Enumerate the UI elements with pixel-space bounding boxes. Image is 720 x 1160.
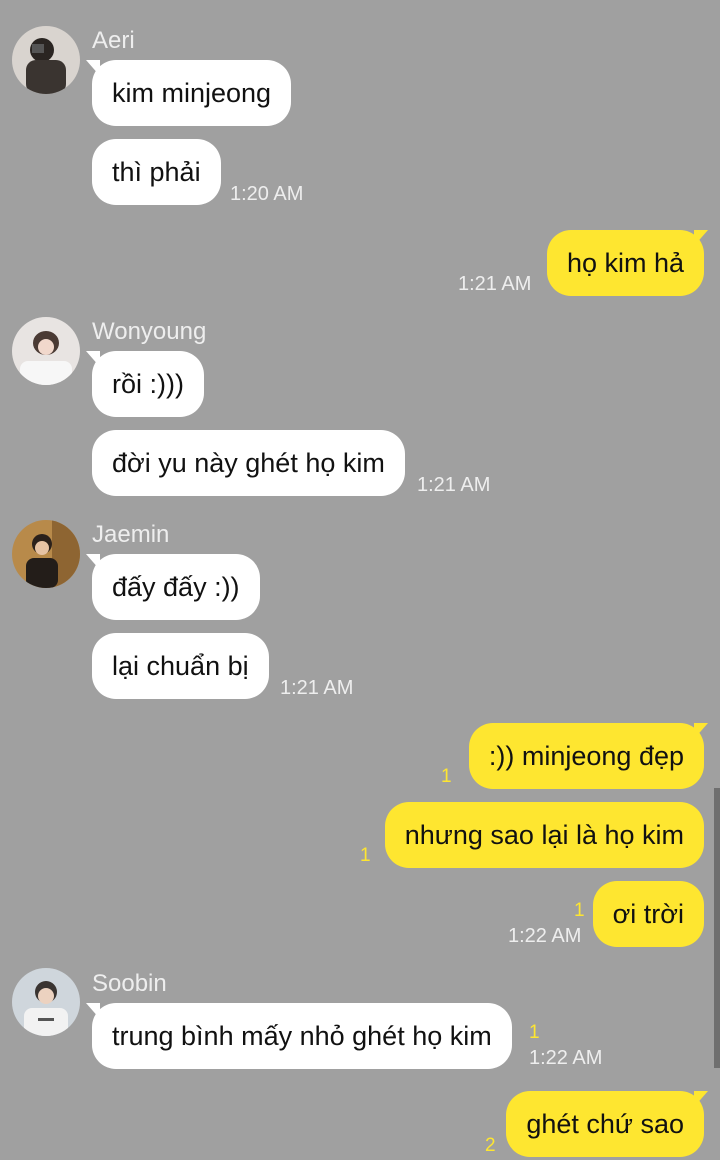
avatar-soobin[interactable] [12, 968, 80, 1036]
sender-name: Aeri [92, 27, 135, 54]
message-timestamp: 1:21 AM [458, 273, 532, 295]
message-bubble[interactable]: trung bình mấy nhỏ ghét họ kim [92, 1003, 512, 1069]
message-timestamp: 1:20 AM [230, 183, 304, 205]
unread-count: 1 [441, 766, 452, 787]
message-bubble[interactable]: nhưng sao lại là họ kim [384, 802, 704, 868]
unread-count: 1 [360, 845, 371, 866]
message-bubble[interactable]: rồi :))) [92, 351, 204, 417]
sender-name: Jaemin [92, 521, 170, 548]
avatar-jaemin[interactable] [12, 520, 80, 588]
sender-name: Soobin [92, 970, 167, 997]
sender-name: Wonyoung [92, 318, 207, 345]
message-timestamp: 1:22 AM [529, 1047, 603, 1069]
avatar-wonyoung[interactable] [12, 317, 80, 385]
scrollbar[interactable] [714, 788, 720, 1068]
unread-count: 1 [529, 1022, 540, 1043]
message-timestamp: 1:21 AM [280, 677, 354, 699]
unread-count: 1 [574, 900, 585, 921]
unread-count: 2 [485, 1135, 496, 1156]
message-timestamp: 1:22 AM [508, 925, 582, 947]
message-bubble[interactable]: thì phải [92, 139, 221, 205]
message-bubble[interactable]: ghét chứ sao [506, 1091, 704, 1157]
message-bubble[interactable]: ơi trời [592, 881, 704, 947]
message-bubble[interactable]: kim minjeong [92, 60, 292, 126]
message-bubble[interactable]: đời yu này ghét họ kim [92, 430, 405, 496]
avatar-aeri[interactable] [12, 26, 80, 94]
message-bubble[interactable]: họ kim hả [546, 230, 704, 296]
message-timestamp: 1:21 AM [417, 474, 491, 496]
message-bubble[interactable]: :)) minjeong đẹp [468, 723, 704, 789]
message-bubble[interactable]: lại chuẩn bị [92, 633, 269, 699]
message-bubble[interactable]: đấy đấy :)) [92, 554, 260, 620]
